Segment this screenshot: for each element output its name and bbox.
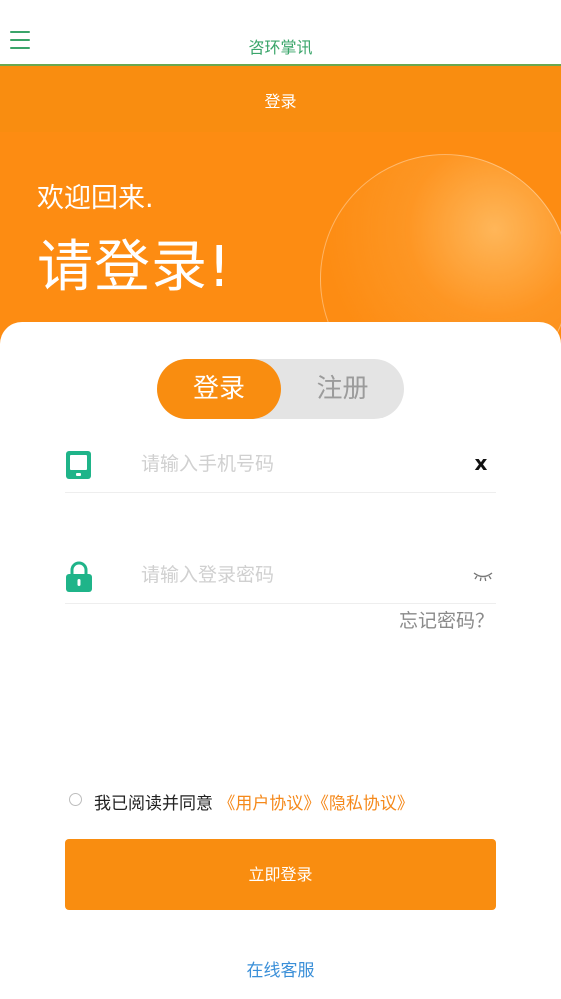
phone-field: x xyxy=(65,435,496,493)
lock-icon xyxy=(65,561,93,592)
phone-icon xyxy=(65,450,93,480)
login-headline: 请登录! xyxy=(37,235,232,300)
agreement-row: 我已阅读并同意 《用户协议》《隐私协议》 xyxy=(69,789,414,814)
forgot-password-link[interactable]: 忘记密码？ xyxy=(399,606,494,633)
login-register-toggle: 登录 注册 xyxy=(157,359,404,419)
online-service-link[interactable]: 在线客服 xyxy=(0,956,561,981)
tab-login[interactable]: 登录 xyxy=(157,359,281,419)
user-agreement-link[interactable]: 《用户协议》 xyxy=(218,794,320,814)
phone-input[interactable] xyxy=(141,449,441,479)
privacy-agreement-link[interactable]: 《隐私协议》 xyxy=(320,794,414,814)
password-input[interactable] xyxy=(141,560,441,590)
header: 登录 欢迎回来. 请登录! xyxy=(0,66,561,366)
page-title: 登录 xyxy=(264,92,297,111)
eye-closed-icon[interactable] xyxy=(472,568,494,582)
tab-register[interactable]: 注册 xyxy=(281,359,404,419)
password-field xyxy=(65,546,496,604)
login-button[interactable]: 立即登录 xyxy=(65,839,496,910)
clear-icon[interactable]: x xyxy=(472,451,490,475)
login-card: 登录 注册 x xyxy=(0,322,561,999)
app-title: 咨环掌讯 xyxy=(248,38,313,57)
agreement-text: 我已阅读并同意 xyxy=(94,794,213,814)
app-bar: 咨环掌讯 xyxy=(0,0,561,66)
agreement-checkbox[interactable] xyxy=(69,793,82,806)
welcome-text: 欢迎回来. xyxy=(37,183,154,214)
